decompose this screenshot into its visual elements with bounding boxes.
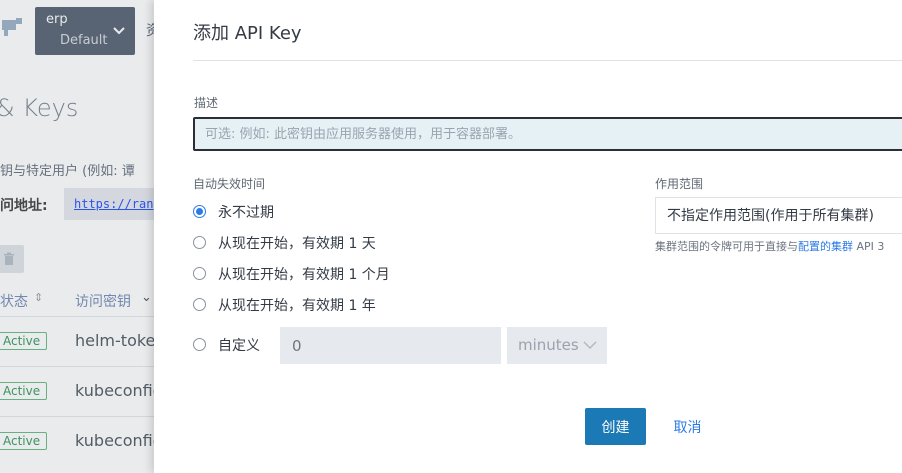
scope-select[interactable]: 不指定作用范围(作用于所有集群) — [655, 197, 902, 234]
duration-unit-value: minutes — [518, 336, 579, 354]
description-label: 描述 — [194, 96, 219, 110]
radio-label: 永不过期 — [218, 205, 274, 221]
scope-help-suffix: API 3 — [853, 240, 885, 253]
scope-help-text: 集群范围的令牌可用于直接与配置的集群 API 3 — [655, 238, 884, 254]
create-button[interactable]: 创建 — [585, 408, 646, 445]
chevron-down-icon — [583, 341, 597, 350]
radio-button[interactable] — [193, 267, 206, 280]
radio-button[interactable] — [193, 236, 206, 249]
scope-label: 作用范围 — [655, 177, 704, 191]
add-api-key-modal: 添加 API Key 描述 自动失效时间 永不过期 从现在开始，有效期 1 天 … — [154, 0, 902, 473]
modal-title: 添加 API Key — [193, 23, 302, 44]
configured-cluster-link[interactable]: 配置的集群 — [798, 240, 853, 253]
radio-label: 从现在开始，有效期 1 个月 — [218, 267, 390, 283]
description-input[interactable] — [193, 117, 902, 151]
divider — [193, 60, 902, 61]
custom-duration-input[interactable] — [280, 327, 501, 364]
radio-button[interactable] — [193, 205, 206, 218]
scope-help-prefix: 集群范围的令牌可用于直接与 — [655, 240, 798, 253]
radio-button[interactable] — [193, 338, 206, 351]
expiry-label: 自动失效时间 — [193, 177, 266, 191]
radio-label: 从现在开始，有效期 1 年 — [218, 298, 376, 314]
duration-unit-select[interactable]: minutes — [507, 327, 607, 364]
cancel-button[interactable]: 取消 — [665, 408, 710, 445]
radio-label: 从现在开始，有效期 1 天 — [218, 236, 376, 252]
scope-value: 不指定作用范围(作用于所有集群) — [667, 208, 874, 224]
radio-button[interactable] — [193, 298, 206, 311]
radio-label: 自定义 — [218, 338, 260, 354]
